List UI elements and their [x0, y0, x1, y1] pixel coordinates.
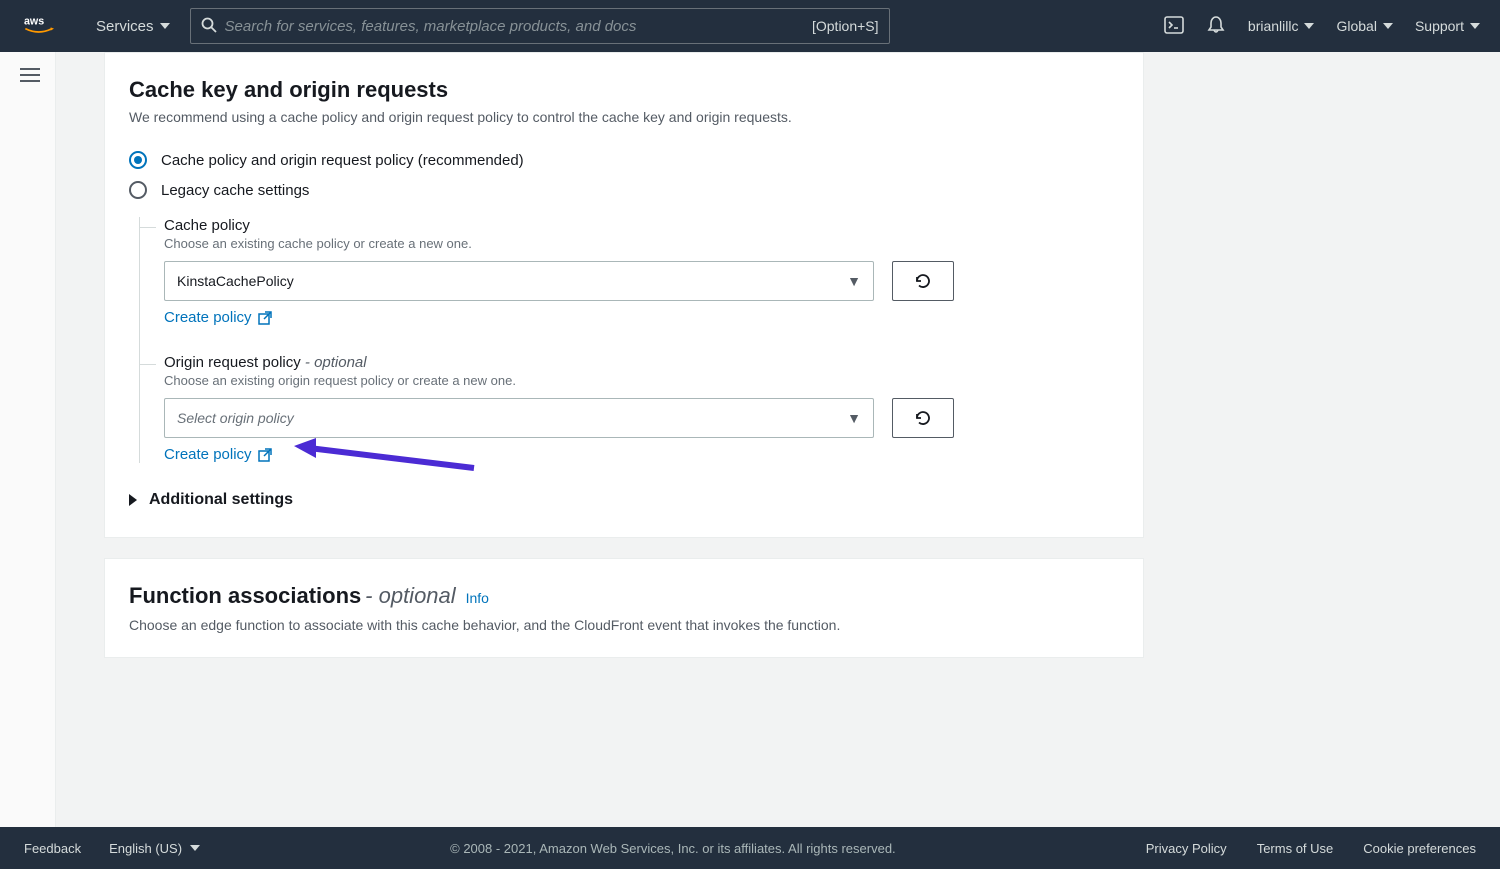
origin-policy-label: Origin request policy - optional: [164, 354, 1119, 371]
account-label: brianlillc: [1248, 18, 1299, 34]
services-label: Services: [96, 18, 154, 35]
cache-policy-field: Cache policy Choose an existing cache po…: [164, 217, 1119, 326]
cloudshell-icon[interactable]: [1164, 15, 1184, 38]
external-link-icon: [258, 311, 272, 325]
svg-text:aws: aws: [24, 16, 44, 28]
cache-policy-hint: Choose an existing cache policy or creat…: [164, 236, 1119, 251]
refresh-cache-policy-button[interactable]: [892, 261, 954, 301]
create-cache-policy-link[interactable]: Create policy: [164, 309, 272, 326]
copyright: © 2008 - 2021, Amazon Web Services, Inc.…: [200, 841, 1146, 856]
region-label: Global: [1336, 18, 1376, 34]
caret-down-icon: [190, 845, 200, 851]
link-text: Create policy: [164, 446, 252, 463]
triangle-right-icon: [129, 494, 137, 506]
search-box[interactable]: [Option+S]: [190, 8, 890, 44]
create-origin-policy-link[interactable]: Create policy: [164, 446, 272, 463]
cache-panel-desc: We recommend using a cache policy and or…: [129, 109, 1119, 125]
privacy-link[interactable]: Privacy Policy: [1146, 841, 1227, 856]
caret-down-icon: [1383, 23, 1393, 29]
language-selector[interactable]: English (US): [109, 841, 200, 856]
refresh-origin-policy-button[interactable]: [892, 398, 954, 438]
cache-panel-title: Cache key and origin requests: [129, 77, 1119, 103]
cache-policy-label: Cache policy: [164, 217, 1119, 234]
origin-policy-placeholder: Select origin policy: [177, 410, 294, 426]
footer: Feedback English (US) © 2008 - 2021, Ama…: [0, 827, 1500, 869]
functions-optional: - optional: [365, 583, 456, 608]
aws-logo[interactable]: aws: [20, 14, 68, 38]
refresh-icon: [914, 409, 932, 427]
radio-label: Cache policy and origin request policy (…: [161, 152, 524, 169]
account-menu[interactable]: brianlillc: [1248, 18, 1315, 34]
caret-down-icon: ▼: [847, 273, 861, 289]
search-input[interactable]: [225, 18, 812, 35]
info-link[interactable]: Info: [466, 590, 489, 606]
support-label: Support: [1415, 18, 1464, 34]
origin-policy-field: Origin request policy - optional Choose …: [164, 354, 1119, 463]
link-text: Create policy: [164, 309, 252, 326]
hamburger-icon: [20, 74, 40, 76]
caret-down-icon: [1470, 23, 1480, 29]
external-link-icon: [258, 448, 272, 462]
radio-icon: [129, 181, 147, 199]
radio-legacy[interactable]: Legacy cache settings: [129, 181, 1119, 199]
support-menu[interactable]: Support: [1415, 18, 1480, 34]
radio-label: Legacy cache settings: [161, 182, 309, 199]
additional-settings-expander[interactable]: Additional settings: [129, 491, 1119, 509]
cookies-link[interactable]: Cookie preferences: [1363, 841, 1476, 856]
radio-recommended[interactable]: Cache policy and origin request policy (…: [129, 151, 1119, 169]
sidebar-gutter: [0, 52, 56, 827]
cache-policy-value: KinstaCachePolicy: [177, 273, 294, 289]
services-menu[interactable]: Services: [96, 18, 170, 35]
cache-policy-select[interactable]: KinstaCachePolicy ▼: [164, 261, 874, 301]
functions-title: Function associations: [129, 583, 361, 608]
functions-desc: Choose an edge function to associate wit…: [129, 617, 1119, 633]
cache-key-panel: Cache key and origin requests We recomme…: [104, 52, 1144, 538]
sidebar-toggle[interactable]: [20, 74, 40, 76]
origin-policy-hint: Choose an existing origin request policy…: [164, 373, 1119, 388]
language-label: English (US): [109, 841, 182, 856]
radio-icon: [129, 151, 147, 169]
annotation-arrow: [294, 438, 494, 478]
origin-policy-select[interactable]: Select origin policy ▼: [164, 398, 874, 438]
search-icon: [201, 17, 217, 36]
top-nav: aws Services [Option+S] brianlillc Globa…: [0, 0, 1500, 52]
caret-down-icon: [160, 23, 170, 29]
function-associations-panel: Function associations - optional Info Ch…: [104, 558, 1144, 658]
terms-link[interactable]: Terms of Use: [1257, 841, 1334, 856]
region-menu[interactable]: Global: [1336, 18, 1392, 34]
additional-settings-label: Additional settings: [149, 491, 293, 509]
notifications-icon[interactable]: [1206, 15, 1226, 38]
caret-down-icon: ▼: [847, 410, 861, 426]
search-shortcut: [Option+S]: [812, 18, 879, 34]
refresh-icon: [914, 272, 932, 290]
caret-down-icon: [1304, 23, 1314, 29]
feedback-link[interactable]: Feedback: [24, 841, 81, 856]
